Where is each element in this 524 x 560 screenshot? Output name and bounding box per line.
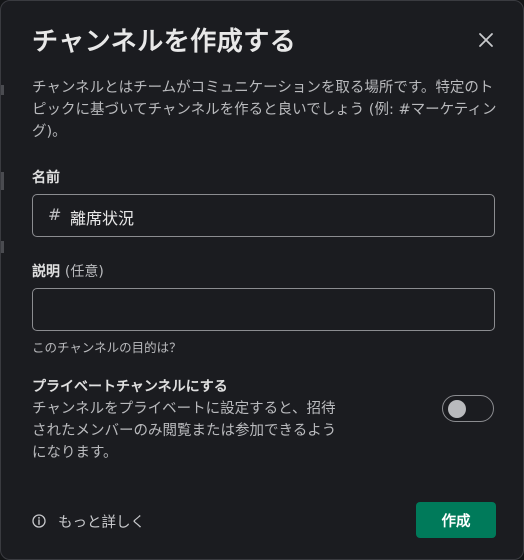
left-edge-marker	[1, 85, 4, 95]
purpose-hint: このチャンネルの目的は？	[32, 340, 182, 355]
close-button[interactable]	[475, 29, 497, 51]
private-channel-title: プライベートチャンネルにする	[32, 379, 228, 395]
channel-name-value: 離席状況	[70, 209, 135, 228]
info-icon	[32, 514, 46, 528]
create-button[interactable]: 作成	[416, 502, 496, 538]
toggle-knob	[448, 400, 466, 418]
channel-name-input[interactable]: # 離席状況	[32, 194, 495, 237]
channel-hash-prefix: #	[48, 205, 62, 224]
create-channel-dialog: チャンネルを作成する チャンネルとはチームがコミュニケーションを取る場所です。特…	[0, 0, 524, 560]
name-field-label: 名前	[32, 170, 60, 186]
channel-purpose-input[interactable]	[32, 288, 495, 331]
dialog-description: チャンネルとはチームがコミュニケーションを取る場所です。特定のトピックに基づいて…	[32, 80, 497, 140]
close-icon	[479, 33, 493, 47]
left-edge-marker	[1, 241, 4, 253]
private-channel-description: チャンネルをプライベートに設定すると、招待されたメンバーのみ閲覧または参加できる…	[32, 401, 337, 461]
purpose-field-label: 説明 (任意)	[32, 261, 104, 281]
optional-label: (任意)	[64, 264, 104, 280]
learn-more-link[interactable]: もっと詳しく	[32, 510, 145, 532]
learn-more-label: もっと詳しく	[58, 514, 145, 531]
left-edge-marker	[1, 172, 4, 190]
purpose-label-text: 説明	[32, 264, 60, 280]
private-channel-toggle[interactable]	[442, 395, 494, 422]
dialog-title: チャンネルを作成する	[32, 27, 297, 57]
